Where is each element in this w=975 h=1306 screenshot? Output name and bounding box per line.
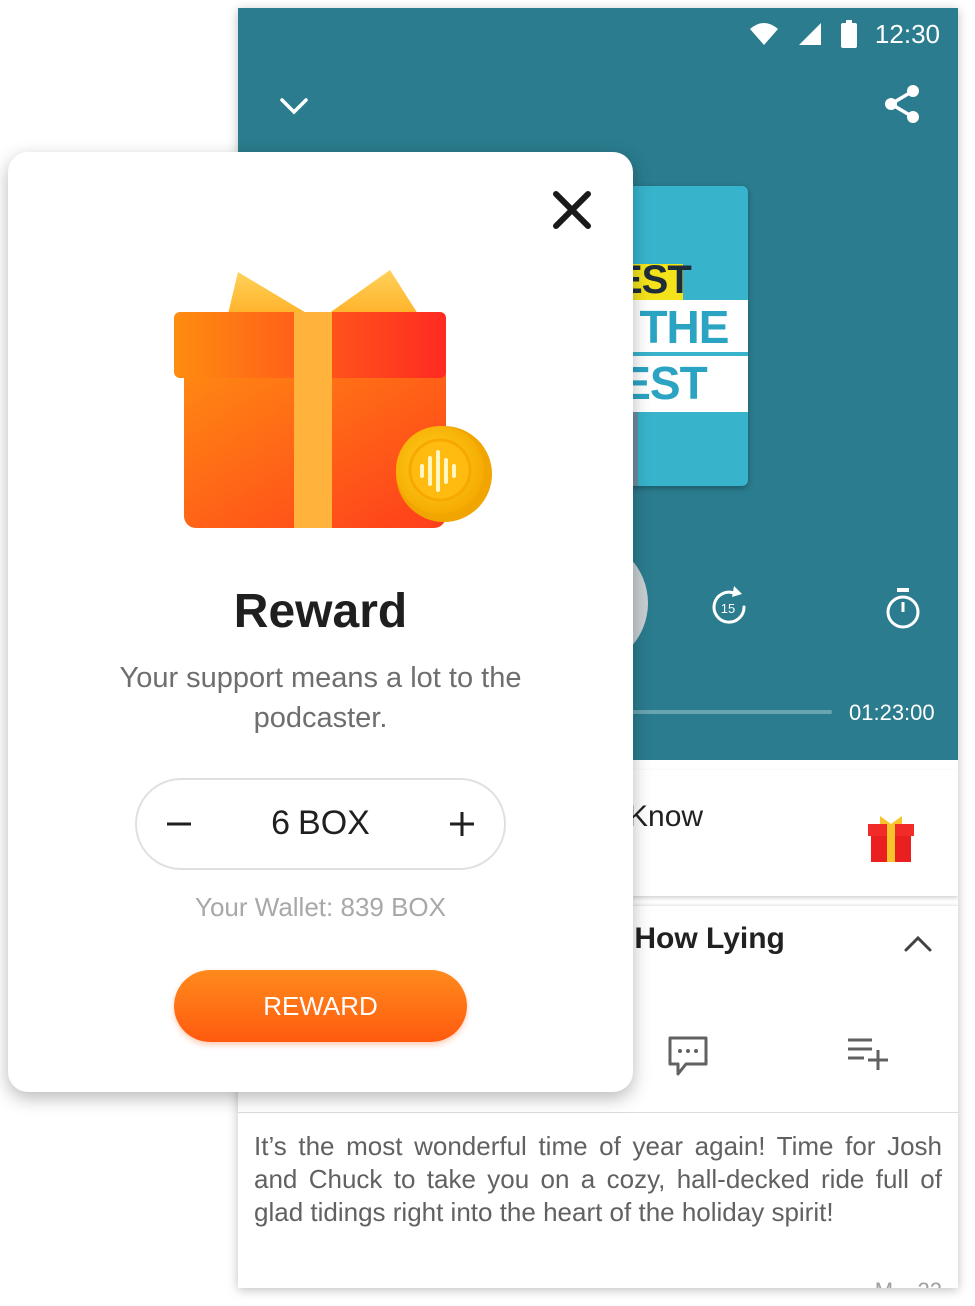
wifi-icon [749, 23, 778, 45]
comment-icon[interactable] [666, 1034, 710, 1078]
close-icon[interactable] [550, 188, 594, 232]
battery-icon [840, 20, 857, 48]
signal-icon [798, 23, 821, 45]
share-icon[interactable] [880, 82, 924, 126]
minus-icon[interactable] [157, 802, 201, 846]
svg-text:15: 15 [721, 601, 735, 616]
plus-icon[interactable] [440, 802, 484, 846]
reward-dialog: Reward Your support means a lot to the p… [8, 152, 633, 1092]
duration-label: 01:23:00 [849, 700, 935, 725]
quantity-value: 6 BOX [217, 804, 424, 843]
quantity-unit: BOX [298, 804, 370, 842]
gift-box-illustration [174, 270, 492, 528]
forward-15-icon[interactable]: 15 [704, 582, 754, 632]
quantity-stepper[interactable]: 6 BOX [135, 778, 506, 870]
details-title: : How Lying [616, 922, 785, 955]
quantity-amount: 6 [271, 804, 291, 842]
episode-date: M... 22 [875, 1278, 942, 1288]
dialog-title: Reward [233, 585, 408, 638]
episode-title: Know [628, 800, 704, 833]
playlist-add-icon[interactable] [846, 1036, 890, 1072]
status-time: 12:30 [874, 18, 940, 49]
reward-button[interactable]: REWARD [174, 970, 467, 1042]
status-bar: 12:30 [749, 18, 940, 50]
divider [238, 1112, 958, 1113]
episode-description: It’s the most wonderful time of year aga… [254, 1131, 942, 1227]
chevron-down-icon[interactable] [274, 86, 314, 126]
timer-icon[interactable] [878, 584, 928, 634]
chevron-up-icon[interactable] [902, 932, 934, 956]
dialog-subtitle: Your support means a lot to the podcaste… [119, 662, 522, 734]
wallet-amount: 839 BOX [340, 892, 446, 922]
wallet-label: Your Wallet: [194, 892, 334, 922]
progress-track[interactable] [618, 710, 832, 714]
wallet-balance: Your Wallet: 839 BOX [8, 892, 633, 923]
gift-icon[interactable] [866, 812, 916, 864]
